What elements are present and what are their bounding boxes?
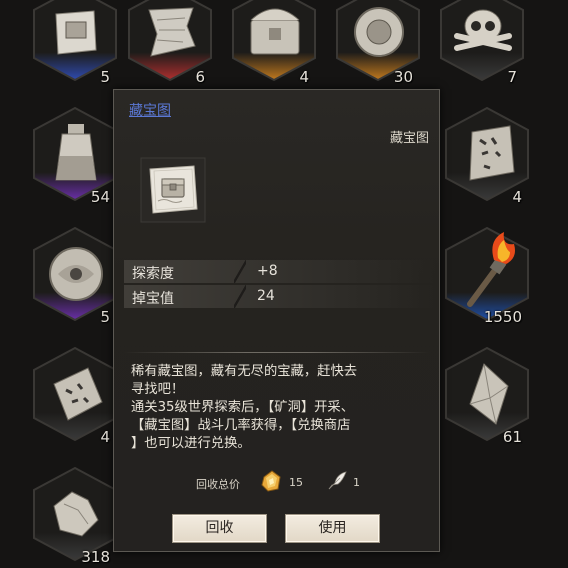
divider — [124, 352, 429, 353]
item-count: 30 — [393, 68, 413, 86]
tooltip-title: 藏宝图 — [129, 103, 171, 119]
stat-row-drop-value: 掉宝值 24 — [124, 285, 436, 308]
item-count: 5 — [100, 308, 110, 326]
item-count: 54 — [90, 188, 110, 206]
stat-value: 24 — [257, 288, 275, 304]
gold-ingot-icon — [261, 470, 281, 492]
use-button[interactable]: 使用 — [285, 514, 380, 543]
item-tooltip: 藏宝图 藏宝图 探索度 +8 掉宝值 24 稀有藏宝图，藏有无尽的宝藏，赶快去 … — [113, 89, 440, 552]
stat-label: 探索度 — [132, 266, 174, 282]
white-feather-icon — [328, 471, 347, 490]
stat-separator — [234, 260, 246, 283]
item-count: 6 — [195, 68, 205, 86]
inventory-slot[interactable]: 6 — [127, 0, 213, 86]
recycle-price: 回收总价 15 1 — [196, 470, 436, 494]
inventory-slot[interactable]: 30 — [335, 0, 421, 86]
item-count: 4 — [100, 428, 110, 446]
treasure-map-icon — [140, 157, 206, 223]
inventory-slot[interactable]: 4 — [444, 106, 530, 206]
stat-value: +8 — [257, 263, 278, 279]
inventory-slot[interactable]: 4 — [231, 0, 317, 86]
inventory-slot[interactable]: 1550 — [444, 226, 530, 326]
inventory-slot[interactable]: 4 — [32, 346, 118, 446]
gold-value: 15 — [289, 476, 303, 489]
feather-value: 1 — [353, 476, 360, 489]
description-line: 通关35级世界探索后，【矿洞】开采、 — [131, 400, 355, 415]
item-count: 1550 — [483, 308, 522, 326]
item-type-label: 藏宝图 — [389, 131, 429, 146]
item-count: 61 — [502, 428, 522, 446]
recycle-label: 回收总价 — [196, 478, 240, 491]
inventory-slot[interactable]: 5 — [32, 226, 118, 326]
recycle-button[interactable]: 回收 — [172, 514, 267, 543]
stat-label: 掉宝值 — [132, 291, 174, 307]
inventory-slot[interactable]: 54 — [32, 106, 118, 206]
stats-list: 探索度 +8 掉宝值 24 — [124, 260, 436, 310]
inventory-slot[interactable]: 61 — [444, 346, 530, 446]
inventory-slot[interactable]: 5 — [32, 0, 118, 86]
stat-separator — [234, 285, 246, 308]
description-line: 【藏宝图】战斗几率获得，【兑换商店 — [131, 418, 351, 433]
description-line: 寻找吧！ — [131, 382, 185, 397]
item-count: 318 — [81, 548, 110, 566]
description-line: 稀有藏宝图，藏有无尽的宝藏，赶快去 — [131, 364, 358, 379]
item-count: 7 — [507, 68, 517, 86]
item-description: 稀有藏宝图，藏有无尽的宝藏，赶快去 寻找吧！ 通关35级世界探索后，【矿洞】开采… — [131, 363, 431, 453]
inventory-slot[interactable]: 7 — [439, 0, 525, 86]
description-line: 】也可以进行兑换。 — [131, 436, 251, 451]
item-count: 5 — [100, 68, 110, 86]
item-count: 4 — [512, 188, 522, 206]
inventory-slot[interactable]: 318 — [32, 466, 118, 566]
stat-row-exploration: 探索度 +8 — [124, 260, 436, 283]
item-count: 4 — [299, 68, 309, 86]
